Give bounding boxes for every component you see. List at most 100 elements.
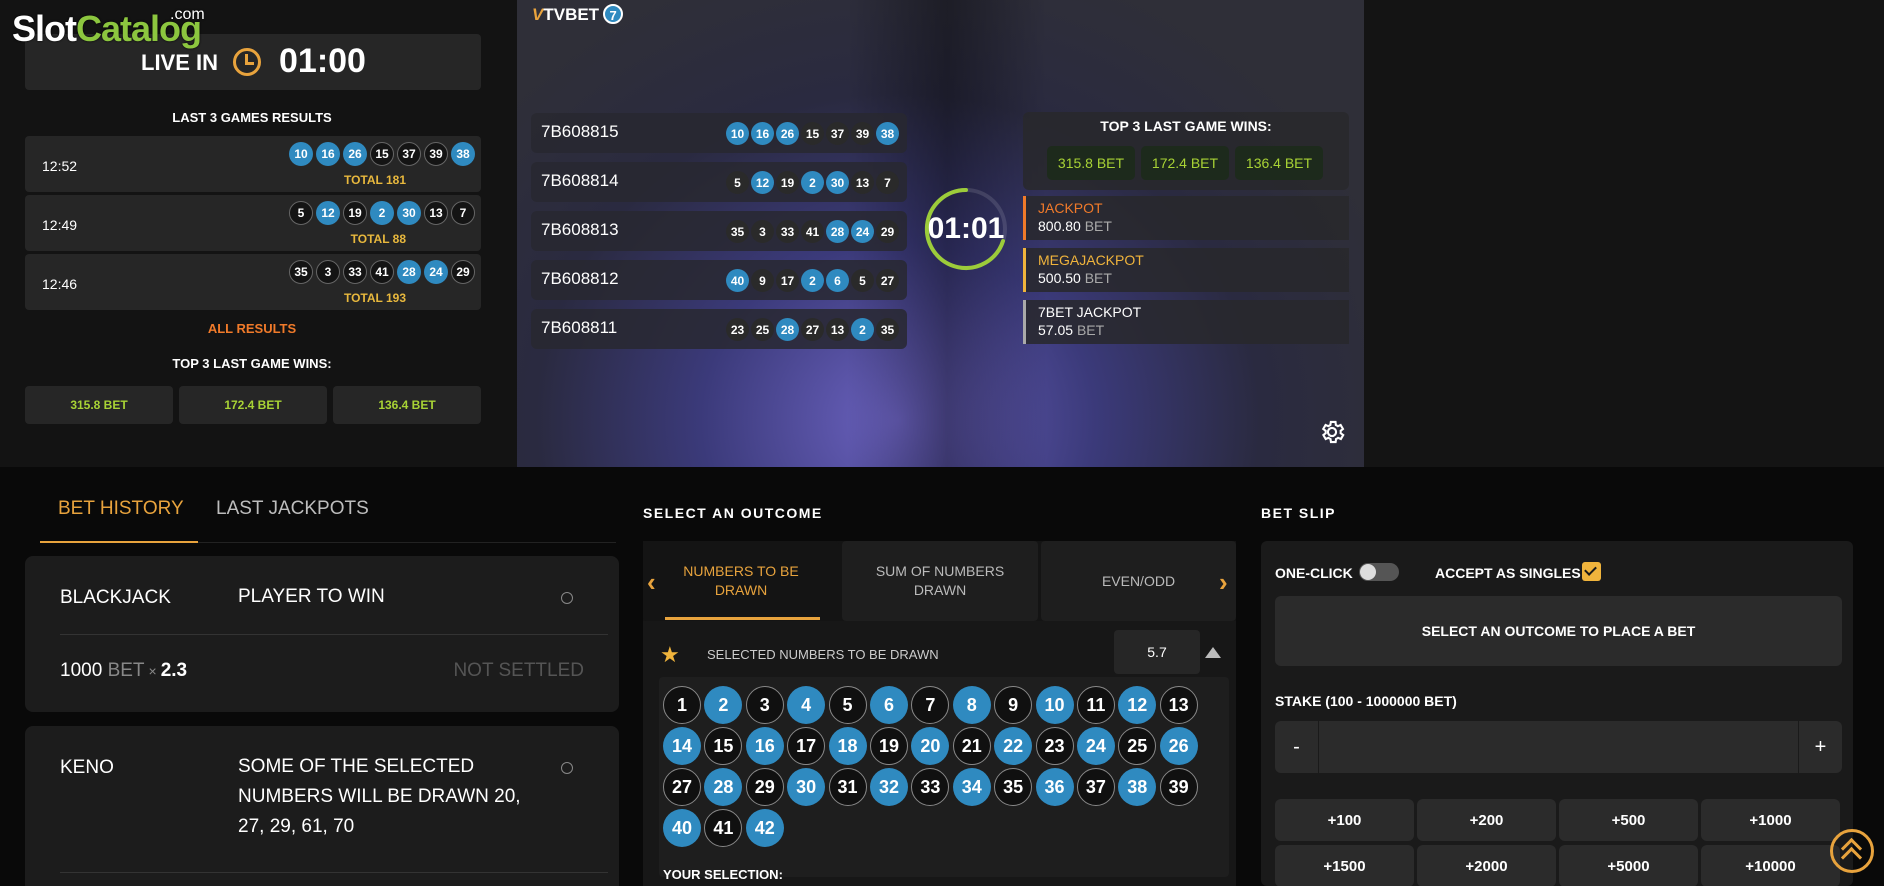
number-select-ball[interactable]: 1: [663, 686, 701, 724]
number-select-ball[interactable]: 25: [1118, 727, 1157, 765]
quick-stake-button[interactable]: +10000: [1701, 845, 1840, 886]
number-ball: 15: [801, 122, 824, 145]
odd-value[interactable]: 5.7: [1114, 630, 1200, 674]
stake-plus-button[interactable]: +: [1798, 721, 1842, 773]
number-select-ball[interactable]: 26: [1159, 727, 1198, 765]
number-ball: 12: [316, 201, 340, 225]
quick-stake-button[interactable]: +500: [1559, 799, 1698, 841]
number-select-ball[interactable]: 18: [828, 727, 867, 765]
number-select-ball[interactable]: 23: [1035, 727, 1074, 765]
number-select-ball[interactable]: 30: [787, 768, 826, 806]
quick-stake-button[interactable]: +1500: [1275, 845, 1414, 886]
result-row: 12:49 5 12 19 2 30 13 7 TOTAL 88: [25, 195, 481, 251]
tab-numbers-to-be-drawn[interactable]: NUMBERS TO BE DRAWN: [643, 541, 839, 621]
number-select-ball[interactable]: 29: [745, 768, 784, 806]
number-select-ball[interactable]: 40: [663, 809, 701, 847]
place-bet-button[interactable]: SELECT AN OUTCOME TO PLACE A BET: [1275, 596, 1842, 666]
number-select-ball[interactable]: 20: [911, 727, 950, 765]
number-select-ball[interactable]: 33: [911, 768, 950, 806]
bet-status: NOT SETTLED: [453, 660, 584, 681]
win-box: 315.8 BET: [25, 386, 173, 424]
number-select-ball[interactable]: 32: [869, 768, 908, 806]
number-select-ball[interactable]: 16: [745, 727, 784, 765]
bet-description: PLAYER TO WIN: [238, 586, 385, 607]
number-ball: 28: [826, 220, 849, 243]
tab-even-odd[interactable]: EVEN/ODD: [1041, 541, 1236, 621]
chevron-right-icon[interactable]: ›: [1219, 567, 1228, 598]
draw-row: 7B608813 35 3 33 41 28 24 29: [531, 211, 907, 251]
number-select-ball[interactable]: 21: [952, 727, 991, 765]
quick-stake-button[interactable]: +1000: [1701, 799, 1840, 841]
number-ball: 13: [826, 318, 849, 341]
tab-bet-history[interactable]: BET HISTORY: [58, 498, 184, 520]
quick-stake-button[interactable]: +100: [1275, 799, 1414, 841]
number-ball: 7: [876, 171, 899, 194]
win-box: 172.4 BET: [179, 386, 327, 424]
number-select-ball[interactable]: 34: [952, 768, 991, 806]
number-select-ball[interactable]: 17: [787, 727, 826, 765]
chevron-left-icon[interactable]: ‹: [647, 567, 656, 598]
accept-singles-checkbox[interactable]: [1582, 562, 1601, 581]
number-ball: 2: [801, 171, 824, 194]
slotcatalog-logo: SlotCatalog .com: [12, 6, 205, 49]
number-select-ball[interactable]: 7: [911, 686, 950, 724]
clock-icon: [561, 592, 573, 604]
number-select-ball[interactable]: 4: [787, 686, 826, 724]
number-ball: 12: [751, 171, 774, 194]
number-select-ball[interactable]: 22: [994, 727, 1033, 765]
number-select-ball[interactable]: 15: [704, 727, 743, 765]
number-select-ball[interactable]: 8: [952, 686, 991, 724]
draw-id: 7B608814: [541, 171, 619, 190]
number-ball: 28: [397, 260, 421, 284]
number-select-ball[interactable]: 38: [1118, 768, 1157, 806]
number-select-ball[interactable]: 5: [828, 686, 867, 724]
number-select-ball[interactable]: 35: [994, 768, 1033, 806]
number-select-ball[interactable]: 37: [1076, 768, 1115, 806]
one-click-toggle[interactable]: [1359, 563, 1399, 581]
clock-icon: [233, 48, 261, 76]
tab-last-jackpots[interactable]: LAST JACKPOTS: [216, 498, 369, 520]
quick-stake-button[interactable]: +5000: [1559, 845, 1698, 886]
result-time: 12:52: [42, 158, 78, 174]
bet-slip-title: BET SLIP: [1261, 505, 1337, 521]
number-select-ball[interactable]: 41: [704, 809, 743, 847]
number-select-ball[interactable]: 27: [663, 768, 701, 806]
number-select-ball[interactable]: 31: [828, 768, 867, 806]
stake-input[interactable]: - +: [1275, 721, 1842, 773]
number-select-ball[interactable]: 24: [1076, 727, 1115, 765]
scroll-up-icon[interactable]: [1830, 829, 1874, 873]
tvbet-logo: VTVBET 7: [532, 4, 624, 25]
number-select-ball[interactable]: 12: [1118, 686, 1157, 724]
number-ball: 38: [451, 142, 475, 166]
number-select-ball[interactable]: 11: [1076, 686, 1115, 724]
number-ball: 10: [289, 142, 313, 166]
number-select-ball[interactable]: 36: [1035, 768, 1074, 806]
draw-id: 7B608813: [541, 220, 619, 239]
number-ball: 37: [826, 122, 849, 145]
number-select-ball[interactable]: 42: [745, 809, 784, 847]
draw-row: 7B608812 40 9 17 2 6 5 27: [531, 260, 907, 300]
quick-stake-button[interactable]: +200: [1417, 799, 1556, 841]
number-select-ball[interactable]: 19: [869, 727, 908, 765]
result-row: 12:46 35 3 33 41 28 24 29 TOTAL 193: [25, 254, 481, 310]
number-select-ball[interactable]: 39: [1159, 768, 1198, 806]
number-select-ball[interactable]: 3: [745, 686, 784, 724]
number-select-ball[interactable]: 14: [663, 727, 701, 765]
number-ball: 19: [776, 171, 799, 194]
stake-minus-button[interactable]: -: [1275, 721, 1319, 773]
number-ball: 39: [851, 122, 874, 145]
result-total: TOTAL 88: [350, 232, 406, 246]
win-box: 172.4 BET: [1141, 146, 1229, 180]
tab-sum-of-numbers[interactable]: SUM OF NUMBERS DRAWN: [842, 541, 1038, 621]
number-select-ball[interactable]: 6: [869, 686, 908, 724]
number-select-ball[interactable]: 13: [1159, 686, 1198, 724]
settings-gear-icon[interactable]: [1318, 418, 1346, 446]
number-select-ball[interactable]: 2: [704, 686, 743, 724]
number-select-ball[interactable]: 9: [994, 686, 1033, 724]
star-icon[interactable]: ★: [660, 642, 680, 668]
number-select-ball[interactable]: 28: [704, 768, 743, 806]
number-select-ball[interactable]: 10: [1035, 686, 1074, 724]
quick-stake-button[interactable]: +2000: [1417, 845, 1556, 886]
all-results-link[interactable]: ALL RESULTS: [12, 321, 492, 336]
collapse-icon[interactable]: [1205, 647, 1221, 658]
